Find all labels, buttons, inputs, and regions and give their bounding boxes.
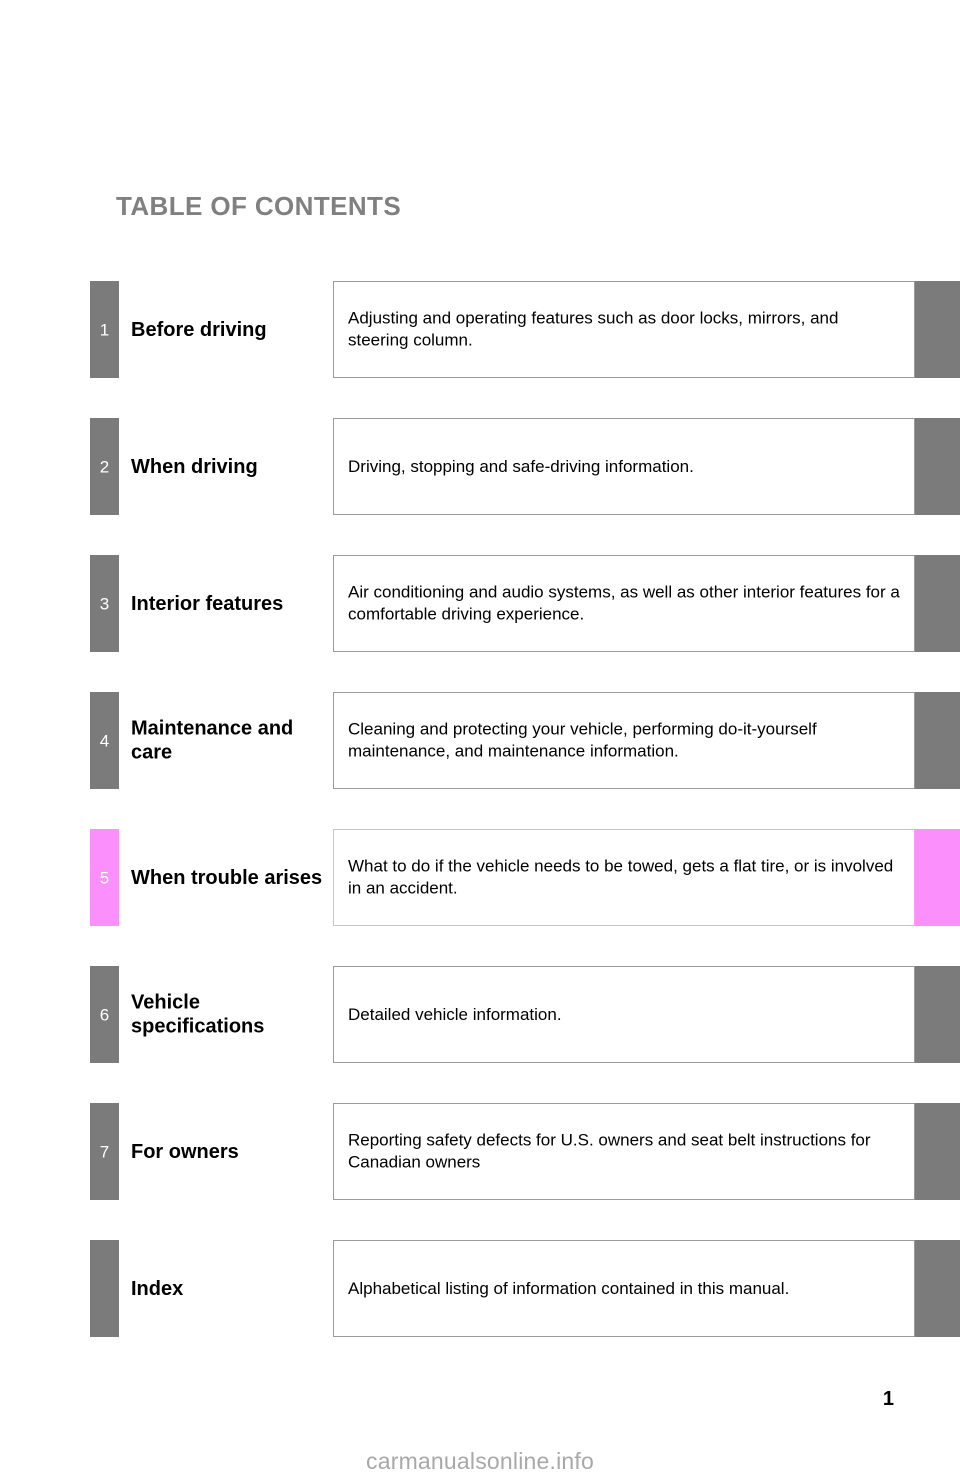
manual-page: TABLE OF CONTENTS 1 Before driving Adjusti… xyxy=(0,0,960,1484)
chapter-description-box: Alphabetical listing of information cont… xyxy=(333,1240,915,1337)
chapter-description-box: Driving, stopping and safe-driving infor… xyxy=(333,418,915,515)
page-number: 1 xyxy=(882,1388,894,1410)
chapter-description-box: Cleaning and protecting your vehicle, pe… xyxy=(333,692,915,789)
chapter-title: Vehicle specifications xyxy=(131,991,265,1038)
chapter-title: For owners xyxy=(131,1140,239,1163)
chapter-number: 4 xyxy=(99,731,110,750)
chapter-tab-right[interactable] xyxy=(915,418,960,515)
watermark: carmanualsonline.info xyxy=(366,1448,594,1474)
chapter-tab-left[interactable]: 3 xyxy=(90,555,119,652)
chapter-description: What to do if the vehicle needs to be to… xyxy=(348,856,894,898)
chapter-description-box: Adjusting and operating features such as… xyxy=(333,281,915,378)
chapter-description: Driving, stopping and safe-driving infor… xyxy=(348,456,694,476)
chapter-tab-left[interactable] xyxy=(90,1240,119,1337)
chapter-tab-left[interactable]: 4 xyxy=(90,692,119,789)
chapter-title: Interior features xyxy=(131,592,284,615)
chapter-description: Adjusting and operating features such as… xyxy=(348,308,839,350)
chapter-description-box: What to do if the vehicle needs to be to… xyxy=(333,829,915,926)
chapter-tab-right[interactable] xyxy=(915,555,960,652)
toc-row[interactable]: 7 For owners Reporting safety defects for … xyxy=(0,1103,960,1200)
toc-row[interactable]: 4 Maintenance and care Cleaning and protec… xyxy=(0,692,960,789)
chapter-title: Index xyxy=(131,1277,184,1300)
chapter-title: When trouble arises xyxy=(131,866,323,889)
chapter-description-box: Air conditioning and audio systems, as w… xyxy=(333,555,915,652)
toc-row[interactable]: 6 Vehicle specifications Detailed vehicle … xyxy=(0,966,960,1063)
toc-row[interactable]: 3 Interior features Air conditioning and a… xyxy=(0,555,960,652)
chapter-number: 5 xyxy=(99,868,110,887)
chapter-tab-left[interactable]: 2 xyxy=(90,418,119,515)
chapter-title: Maintenance and care xyxy=(131,717,294,764)
chapter-description-box: Reporting safety defects for U.S. owners… xyxy=(333,1103,915,1200)
chapter-tab-right[interactable] xyxy=(915,1240,960,1337)
chapter-number: 7 xyxy=(99,1142,110,1161)
chapter-tab-left[interactable]: 1 xyxy=(90,281,119,378)
chapter-tab-right[interactable] xyxy=(915,692,960,789)
toc-row[interactable]: 5 When trouble arises What to do if the ve… xyxy=(0,829,960,926)
table-of-contents: 1 Before driving Adjusting and operating f… xyxy=(0,281,960,1377)
chapter-title: Before driving xyxy=(131,318,267,341)
chapter-tab-right[interactable] xyxy=(915,1103,960,1200)
chapter-description: Air conditioning and audio systems, as w… xyxy=(348,582,900,624)
chapter-description: Alphabetical listing of information cont… xyxy=(348,1278,790,1298)
chapter-tab-left[interactable]: 5 xyxy=(90,829,119,926)
chapter-tab-right[interactable] xyxy=(915,281,960,378)
chapter-number: 6 xyxy=(99,1005,110,1024)
toc-row[interactable]: Index Alphabetical listing of information… xyxy=(0,1240,960,1337)
chapter-number: 3 xyxy=(99,594,110,613)
chapter-description: Cleaning and protecting your vehicle, pe… xyxy=(348,719,817,761)
chapter-tab-left[interactable]: 7 xyxy=(90,1103,119,1200)
chapter-title: When driving xyxy=(131,455,258,478)
chapter-number: 2 xyxy=(99,457,110,476)
chapter-description: Detailed vehicle information. xyxy=(348,1004,562,1024)
chapter-tab-right[interactable] xyxy=(915,966,960,1063)
page-title: TABLE OF CONTENTS xyxy=(116,191,402,222)
chapter-description: Reporting safety defects for U.S. owners… xyxy=(348,1130,871,1172)
chapter-tab-left[interactable]: 6 xyxy=(90,966,119,1063)
chapter-number: 1 xyxy=(99,320,110,339)
toc-row[interactable]: 1 Before driving Adjusting and operating f… xyxy=(0,281,960,378)
toc-row[interactable]: 2 When driving Driving, stopping and safe-… xyxy=(0,418,960,515)
chapter-description-box: Detailed vehicle information. xyxy=(333,966,915,1063)
chapter-tab-right[interactable] xyxy=(915,829,960,926)
